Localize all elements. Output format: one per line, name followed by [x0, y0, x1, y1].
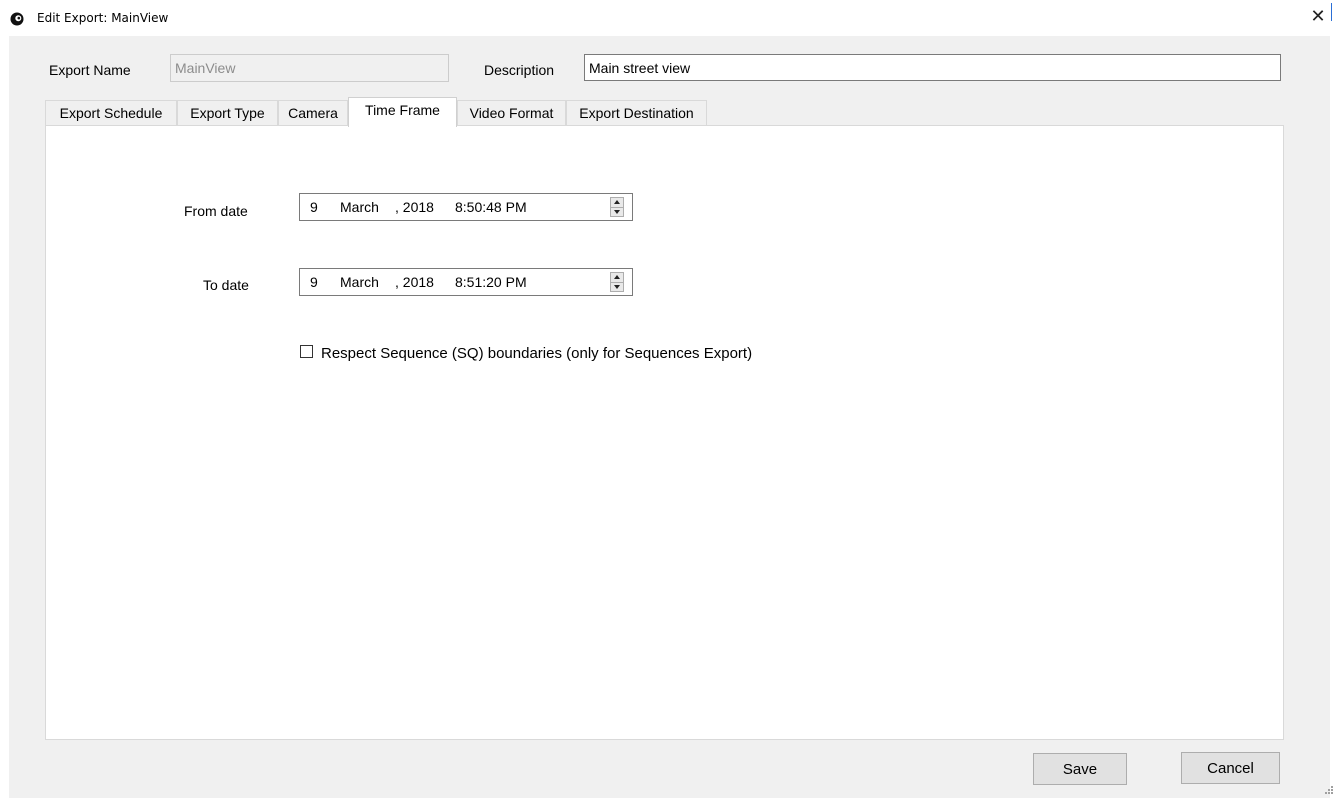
- tab-export-schedule[interactable]: Export Schedule: [45, 100, 177, 126]
- spin-down-icon[interactable]: [611, 207, 623, 216]
- spin-down-icon[interactable]: [611, 282, 623, 291]
- tab-camera[interactable]: Camera: [278, 100, 348, 126]
- window-edge: [1331, 3, 1332, 21]
- tab-video-format[interactable]: Video Format: [457, 100, 566, 126]
- to-year[interactable]: , 2018: [395, 274, 434, 290]
- respect-sq-checkbox[interactable]: [300, 345, 313, 358]
- export-name-label: Export Name: [49, 62, 131, 78]
- from-month[interactable]: March: [340, 199, 379, 215]
- from-time[interactable]: 8:50:48 PM: [455, 199, 527, 215]
- from-year[interactable]: , 2018: [395, 199, 434, 215]
- from-date-picker[interactable]: 9 March , 2018 8:50:48 PM: [299, 193, 633, 221]
- cancel-button[interactable]: Cancel: [1181, 752, 1280, 784]
- to-date-picker[interactable]: 9 March , 2018 8:51:20 PM: [299, 268, 633, 296]
- tab-time-frame[interactable]: Time Frame: [348, 97, 457, 127]
- resize-grip[interactable]: [1325, 786, 1335, 796]
- to-month[interactable]: March: [340, 274, 379, 290]
- from-date-spinner[interactable]: [610, 197, 624, 217]
- description-label: Description: [484, 62, 555, 78]
- from-date-label: From date: [184, 203, 248, 219]
- description-input[interactable]: [584, 54, 1281, 81]
- tab-export-type[interactable]: Export Type: [177, 100, 278, 126]
- save-button[interactable]: Save: [1033, 753, 1127, 785]
- close-icon: ✕: [1310, 6, 1326, 27]
- to-date-spinner[interactable]: [610, 272, 624, 292]
- export-name-field[interactable]: [170, 54, 449, 82]
- to-day[interactable]: 9: [310, 274, 318, 290]
- window-title: Edit Export: MainView: [37, 11, 169, 25]
- app-icon: [10, 12, 24, 26]
- respect-sq-label[interactable]: Respect Sequence (SQ) boundaries (only f…: [321, 345, 752, 362]
- tab-export-destination[interactable]: Export Destination: [566, 100, 707, 126]
- title-bar: Edit Export: MainView ✕: [0, 0, 1337, 36]
- to-date-label: To date: [203, 277, 249, 293]
- from-day[interactable]: 9: [310, 199, 318, 215]
- close-button[interactable]: ✕: [1305, 4, 1331, 30]
- to-time[interactable]: 8:51:20 PM: [455, 274, 527, 290]
